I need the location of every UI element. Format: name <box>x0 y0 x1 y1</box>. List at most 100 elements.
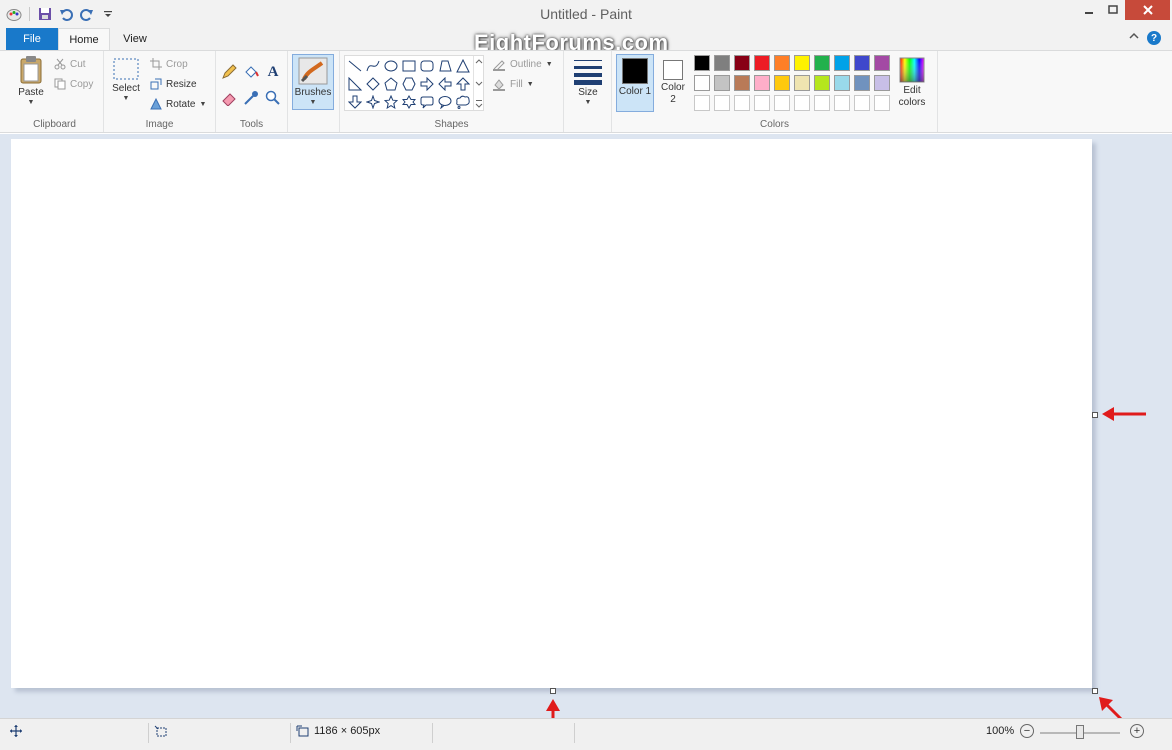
size-label: Size <box>578 87 598 98</box>
cloud-callout-shape-icon[interactable] <box>455 94 471 110</box>
palette-swatch[interactable] <box>714 55 730 71</box>
text-icon[interactable]: A <box>264 63 282 81</box>
edit-colors-button[interactable]: Edit colors <box>896 57 928 109</box>
custom-color-slot[interactable] <box>834 95 850 111</box>
palette-swatch[interactable] <box>754 75 770 91</box>
shapes-scrollbar[interactable] <box>473 56 484 110</box>
right-arrow-shape-icon[interactable] <box>419 76 435 92</box>
custom-color-slot[interactable] <box>754 95 770 111</box>
palette-swatch[interactable] <box>734 55 750 71</box>
color1-button[interactable]: Color 1 <box>616 54 654 112</box>
size-button[interactable]: Size ▼ <box>570 57 606 106</box>
palette-swatch[interactable] <box>854 55 870 71</box>
collapse-ribbon-icon[interactable] <box>1127 31 1141 45</box>
drawing-canvas[interactable] <box>11 139 1092 688</box>
magnifier-icon[interactable] <box>264 89 282 107</box>
paste-dropdown-icon[interactable]: ▼ <box>28 99 35 106</box>
custom-color-slot[interactable] <box>734 95 750 111</box>
size-dropdown-icon[interactable]: ▼ <box>585 99 592 106</box>
copy-icon <box>54 78 66 90</box>
crop-icon <box>150 58 162 70</box>
custom-color-slot[interactable] <box>854 95 870 111</box>
down-arrow-shape-icon[interactable] <box>347 94 363 110</box>
palette-swatch[interactable] <box>834 55 850 71</box>
tab-view[interactable]: View <box>112 28 158 50</box>
outline-label: Outline <box>510 58 542 70</box>
fill-button[interactable]: Fill ▼ <box>492 76 534 92</box>
color-picker-icon[interactable] <box>242 89 260 107</box>
five-point-star-shape-icon[interactable] <box>383 94 399 110</box>
resize-handle-bottom[interactable] <box>550 688 556 694</box>
pentagon-shape-icon[interactable] <box>383 76 399 92</box>
six-point-star-shape-icon[interactable] <box>401 94 417 110</box>
custom-color-slot[interactable] <box>874 95 890 111</box>
custom-color-slot[interactable] <box>694 95 710 111</box>
select-dropdown-icon[interactable]: ▼ <box>123 95 130 102</box>
crop-button[interactable]: Crop <box>150 56 188 72</box>
maximize-button[interactable] <box>1102 0 1124 20</box>
palette-swatch[interactable] <box>814 75 830 91</box>
pencil-icon[interactable] <box>220 63 238 81</box>
resize-handle-right[interactable] <box>1092 412 1098 418</box>
color2-button[interactable]: Color 2 <box>656 54 690 112</box>
right-triangle-shape-icon[interactable] <box>347 76 363 92</box>
up-arrow-shape-icon[interactable] <box>455 76 471 92</box>
palette-swatch[interactable] <box>814 55 830 71</box>
custom-color-slot[interactable] <box>774 95 790 111</box>
custom-color-slot[interactable] <box>814 95 830 111</box>
outline-dropdown-icon[interactable]: ▼ <box>546 61 553 68</box>
minimize-icon <box>1085 12 1093 14</box>
curve-shape-icon[interactable] <box>365 58 381 74</box>
zoom-out-button[interactable]: − <box>1020 724 1034 738</box>
cut-button[interactable]: Cut <box>54 56 86 72</box>
polygon-shape-icon[interactable] <box>437 58 453 74</box>
brushes-dropdown-icon[interactable]: ▼ <box>310 99 317 106</box>
four-point-star-shape-icon[interactable] <box>365 94 381 110</box>
tab-home[interactable]: Home <box>58 28 110 50</box>
rotate-button[interactable]: Rotate ▼ <box>150 96 206 112</box>
paste-button[interactable]: Paste ▼ <box>16 55 46 106</box>
custom-color-slot[interactable] <box>794 95 810 111</box>
rectangle-shape-icon[interactable] <box>401 58 417 74</box>
palette-swatch[interactable] <box>774 55 790 71</box>
palette-swatch[interactable] <box>694 55 710 71</box>
palette-swatch[interactable] <box>714 75 730 91</box>
resize-button[interactable]: Resize <box>150 76 197 92</box>
palette-swatch[interactable] <box>734 75 750 91</box>
oval-callout-shape-icon[interactable] <box>437 94 453 110</box>
fill-bucket-icon[interactable] <box>242 63 260 81</box>
palette-swatch[interactable] <box>874 55 890 71</box>
palette-swatch[interactable] <box>794 75 810 91</box>
eraser-icon[interactable] <box>220 89 238 107</box>
palette-swatch[interactable] <box>794 55 810 71</box>
tab-file[interactable]: File <box>6 28 58 50</box>
palette-swatch[interactable] <box>854 75 870 91</box>
palette-swatch[interactable] <box>874 75 890 91</box>
outline-button[interactable]: Outline ▼ <box>492 56 553 72</box>
palette-swatch[interactable] <box>834 75 850 91</box>
palette-swatch[interactable] <box>774 75 790 91</box>
zoom-in-button[interactable]: + <box>1130 724 1144 738</box>
minimize-button[interactable] <box>1076 0 1102 20</box>
rotate-dropdown-icon[interactable]: ▼ <box>199 101 206 108</box>
zoom-slider-thumb[interactable] <box>1076 725 1084 739</box>
custom-color-slot[interactable] <box>714 95 730 111</box>
help-icon[interactable]: ? <box>1147 31 1161 45</box>
line-shape-icon[interactable] <box>347 58 363 74</box>
rounded-callout-shape-icon[interactable] <box>419 94 435 110</box>
line-size-icon <box>574 60 602 85</box>
brushes-button[interactable]: Brushes ▼ <box>292 54 334 110</box>
close-button[interactable] <box>1125 0 1170 20</box>
rounded-rectangle-shape-icon[interactable] <box>419 58 435 74</box>
palette-swatch[interactable] <box>694 75 710 91</box>
diamond-shape-icon[interactable] <box>365 76 381 92</box>
copy-button[interactable]: Copy <box>54 76 93 92</box>
palette-swatch[interactable] <box>754 55 770 71</box>
oval-shape-icon[interactable] <box>383 58 399 74</box>
triangle-shape-icon[interactable] <box>455 58 471 74</box>
hexagon-shape-icon[interactable] <box>401 76 417 92</box>
fill-dropdown-icon[interactable]: ▼ <box>527 81 534 88</box>
left-arrow-shape-icon[interactable] <box>437 76 453 92</box>
clipboard-group: Paste ▼ Cut Copy Clipboard <box>6 51 104 132</box>
select-button[interactable]: Select ▼ <box>110 57 142 102</box>
